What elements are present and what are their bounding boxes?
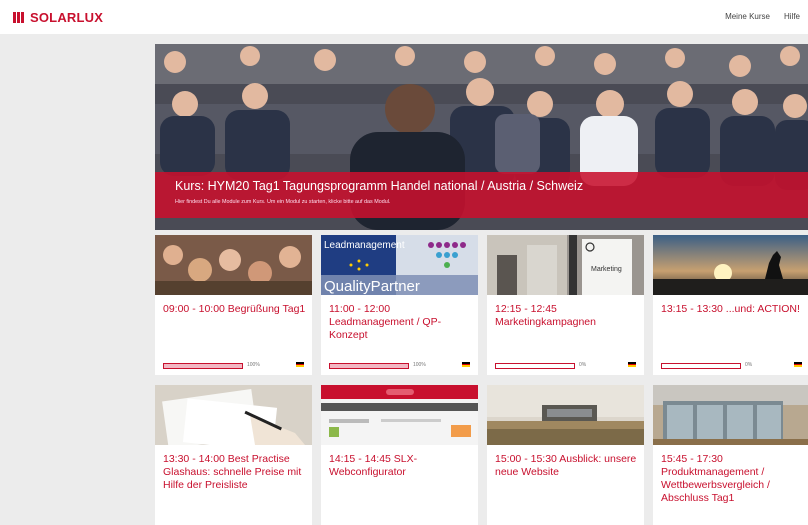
marketing-image: Marketing [487,235,644,295]
module-card-4[interactable]: 13:15 - 13:30 ...und: ACTION! 0% [653,235,808,375]
sunset-silhouette-image [653,235,808,295]
progress-bar [495,363,575,369]
module-card-6[interactable]: 14:15 - 14:45 SLX-Webconfigurator [321,385,478,525]
course-title: Kurs: HYM20 Tag1 Tagungsprogramm Handel … [175,179,584,193]
progress-bar [329,363,409,369]
progress-fill [164,364,242,368]
module-thumbnail [487,385,644,445]
module-card-8[interactable]: 15:45 - 17:30 Produktmanagement / Wettbe… [653,385,808,525]
nav-my-courses[interactable]: Meine Kurse [725,12,770,21]
module-thumbnail [155,385,312,445]
module-card-1[interactable]: 09:00 - 10:00 Begrüßung Tag1 100% [155,235,312,375]
module-thumbnail: Leadmanagement QualityPartner [321,235,478,295]
group-photo-image [155,235,312,295]
module-title: 09:00 - 10:00 Begrüßung Tag1 [163,303,306,315]
document-writing-image [155,385,312,445]
solarlux-logo[interactable]: SOLARLUX [13,10,103,25]
qualitypartner-label: QualityPartner [324,278,420,295]
hero-caption-band: Kurs: HYM20 Tag1 Tagungsprogramm Handel … [155,172,808,218]
logo-bars-icon [13,12,26,23]
module-card-5[interactable]: 13:30 - 14:00 Best Practise Glashaus: sc… [155,385,312,525]
module-card-2[interactable]: Leadmanagement QualityPartner 11:00 - 12… [321,235,478,375]
progress-bar [661,363,741,369]
nav-help[interactable]: Hilfe [784,12,800,21]
module-title: 15:00 - 15:30 Ausblick: unsere neue Webs… [495,453,637,478]
glass-house-image [653,385,808,445]
progress-percent: 100% [413,362,426,368]
module-card-3[interactable]: Marketing 12:15 - 12:45 Marketingkampagn… [487,235,644,375]
progress-percent: 100% [247,362,260,368]
course-main: Kurs: HYM20 Tag1 Tagungsprogramm Handel … [155,34,808,525]
module-title: 13:15 - 13:30 ...und: ACTION! [661,303,800,315]
marketing-label: Marketing [591,266,622,273]
progress-percent: 0% [579,362,587,368]
progress-fill [330,364,408,368]
top-bar: SOLARLUX Meine Kurse Hilfe [0,0,808,34]
progress-percent: 0% [745,362,753,368]
progress-bar [163,363,243,369]
module-thumbnail: Marketing [487,235,644,295]
building-landscape-image [487,385,644,445]
module-title: 12:15 - 12:45 Marketingkampagnen [495,303,596,328]
left-sidebar [0,34,155,525]
leadmanagement-label: Leadmanagement [324,240,405,251]
logo-text: SOLARLUX [30,10,104,25]
module-thumbnail [321,385,478,445]
german-flag-icon [462,362,470,368]
german-flag-icon [628,362,636,368]
module-title: 15:45 - 17:30 Produktmanagement / Wettbe… [661,453,770,504]
module-thumbnail [155,235,312,295]
module-title: 14:15 - 14:45 SLX-Webconfigurator [329,453,418,478]
leadmanagement-image: Leadmanagement QualityPartner [321,235,478,295]
german-flag-icon [794,362,802,368]
course-subtitle: Hier findest Du alle Module zum Kurs. Um… [175,199,391,205]
module-thumbnail [653,385,808,445]
module-title: 13:30 - 14:00 Best Practise Glashaus: sc… [163,453,302,491]
module-card-7[interactable]: 15:00 - 15:30 Ausblick: unsere neue Webs… [487,385,644,525]
web-configurator-image [321,385,478,445]
module-thumbnail [653,235,808,295]
course-hero: Kurs: HYM20 Tag1 Tagungsprogramm Handel … [155,44,808,230]
german-flag-icon [296,362,304,368]
module-title: 11:00 - 12:00 Leadmanagement / QP-Konzep… [329,303,442,341]
top-nav: Meine Kurse Hilfe [725,12,800,21]
